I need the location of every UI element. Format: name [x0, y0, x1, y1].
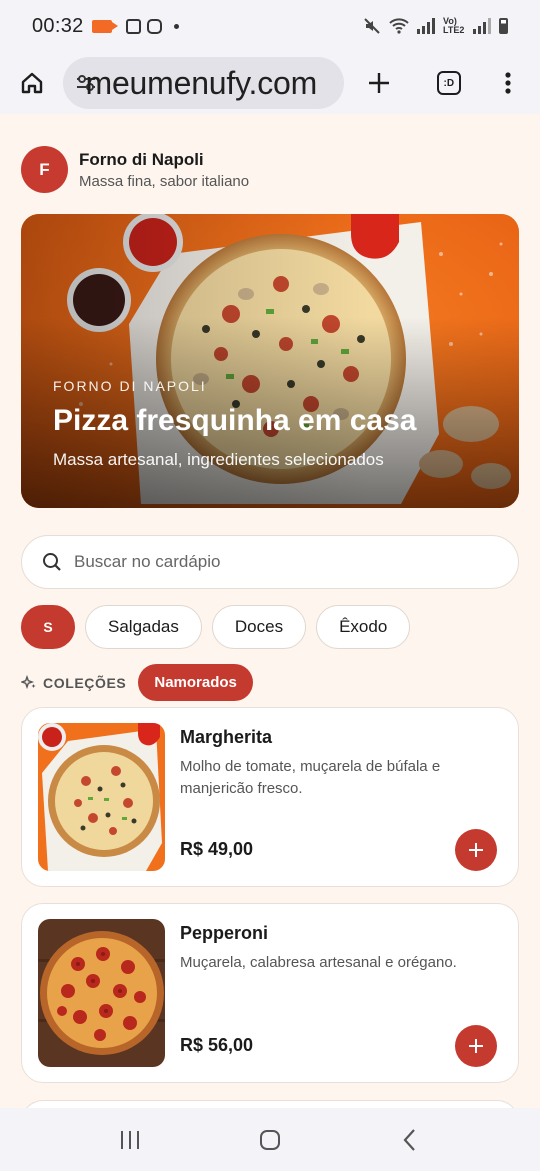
- restaurant-header: F Forno di Napoli Massa fina, sabor ital…: [21, 146, 249, 193]
- add-icon: [469, 843, 483, 857]
- more-notifications-icon: [173, 23, 179, 29]
- system-nav-bar: [0, 1108, 540, 1171]
- url-text[interactable]: meumenufy.com: [85, 65, 317, 102]
- back-button[interactable]: [392, 1122, 428, 1158]
- signal-icon-2: [473, 18, 491, 34]
- product-description: Muçarela, calabresa artesanal e orégano.: [180, 954, 457, 971]
- product-name: Pepperoni: [180, 923, 269, 943]
- product-image-pepperoni: [38, 919, 165, 1067]
- collection-pill-namorados[interactable]: Namorados: [138, 664, 253, 701]
- recents-icon: [121, 1130, 139, 1149]
- notification-icons: [91, 18, 179, 34]
- home-nav-icon: [260, 1129, 280, 1150]
- category-chip-doces[interactable]: Doces: [211, 605, 307, 649]
- product-card[interactable]: Margherita Molho de tomate, muçarela de …: [21, 707, 519, 887]
- search-input[interactable]: [74, 552, 474, 572]
- gallery-icon: [125, 18, 141, 34]
- mute-icon: [364, 18, 380, 34]
- status-time: 00:32: [32, 14, 84, 37]
- add-to-cart-button[interactable]: [455, 1025, 497, 1067]
- tabs-button[interactable]: :D: [431, 65, 466, 101]
- browser-toolbar: meumenufy.com :D: [0, 52, 540, 114]
- hero-banner: FORNO DI NAPOLI Pizza fresquinha em casa…: [21, 214, 519, 508]
- hero-eyebrow: FORNO DI NAPOLI: [53, 378, 207, 394]
- instagram-icon: [146, 18, 162, 34]
- home-icon: [21, 72, 42, 94]
- product-description: Molho de tomate, muçarela de búfala e ma…: [180, 758, 441, 797]
- category-chips: S Salgadas Doces Êxodo: [21, 605, 411, 649]
- restaurant-tagline: Massa fina, sabor italiano: [79, 172, 250, 190]
- network-label: Vo) LTE2: [443, 16, 465, 35]
- recents-button[interactable]: [112, 1122, 148, 1158]
- product-name: Margherita: [180, 727, 273, 747]
- video-recording-icon: [91, 19, 118, 33]
- collections-row: COLEÇÕES Namorados: [21, 664, 253, 701]
- collections-label: COLEÇÕES: [43, 674, 127, 691]
- category-chip-s[interactable]: S: [21, 605, 75, 649]
- product-card[interactable]: Pepperoni Muçarela, calabresa artesanal …: [21, 903, 519, 1083]
- new-tab-icon: [369, 73, 390, 93]
- add-to-cart-button[interactable]: [455, 829, 497, 871]
- hero-title: Pizza fresquinha em casa: [53, 404, 417, 437]
- sparkle-icon: [21, 674, 36, 689]
- more-menu-icon: [505, 72, 511, 94]
- wifi-icon: [389, 18, 409, 34]
- add-icon: [469, 1039, 483, 1053]
- new-tab-button[interactable]: [362, 65, 397, 101]
- hero-subtitle: Massa artesanal, ingredientes selecionad…: [53, 450, 384, 469]
- address-bar[interactable]: meumenufy.com: [63, 57, 344, 109]
- restaurant-name: Forno di Napoli: [79, 149, 204, 169]
- tabs-icon: :D: [436, 71, 461, 95]
- home-nav-button[interactable]: [252, 1122, 288, 1158]
- system-icons: Vo) LTE2: [363, 17, 508, 35]
- product-price: R$ 49,00: [180, 839, 254, 859]
- product-image-margherita: [38, 723, 165, 871]
- restaurant-avatar: F: [21, 146, 68, 193]
- category-chip-salgadas[interactable]: Salgadas: [85, 605, 202, 649]
- back-icon: [403, 1128, 415, 1151]
- more-menu-button[interactable]: [491, 65, 526, 101]
- status-bar: 00:32 Vo) LTE2: [0, 0, 540, 52]
- menu-search[interactable]: [21, 535, 519, 589]
- home-button[interactable]: [14, 65, 49, 101]
- signal-icon: [417, 18, 435, 34]
- category-chip-exodo[interactable]: Êxodo: [316, 605, 411, 649]
- search-icon: [43, 553, 61, 571]
- product-price: R$ 56,00: [180, 1035, 254, 1055]
- battery-icon: [499, 18, 508, 34]
